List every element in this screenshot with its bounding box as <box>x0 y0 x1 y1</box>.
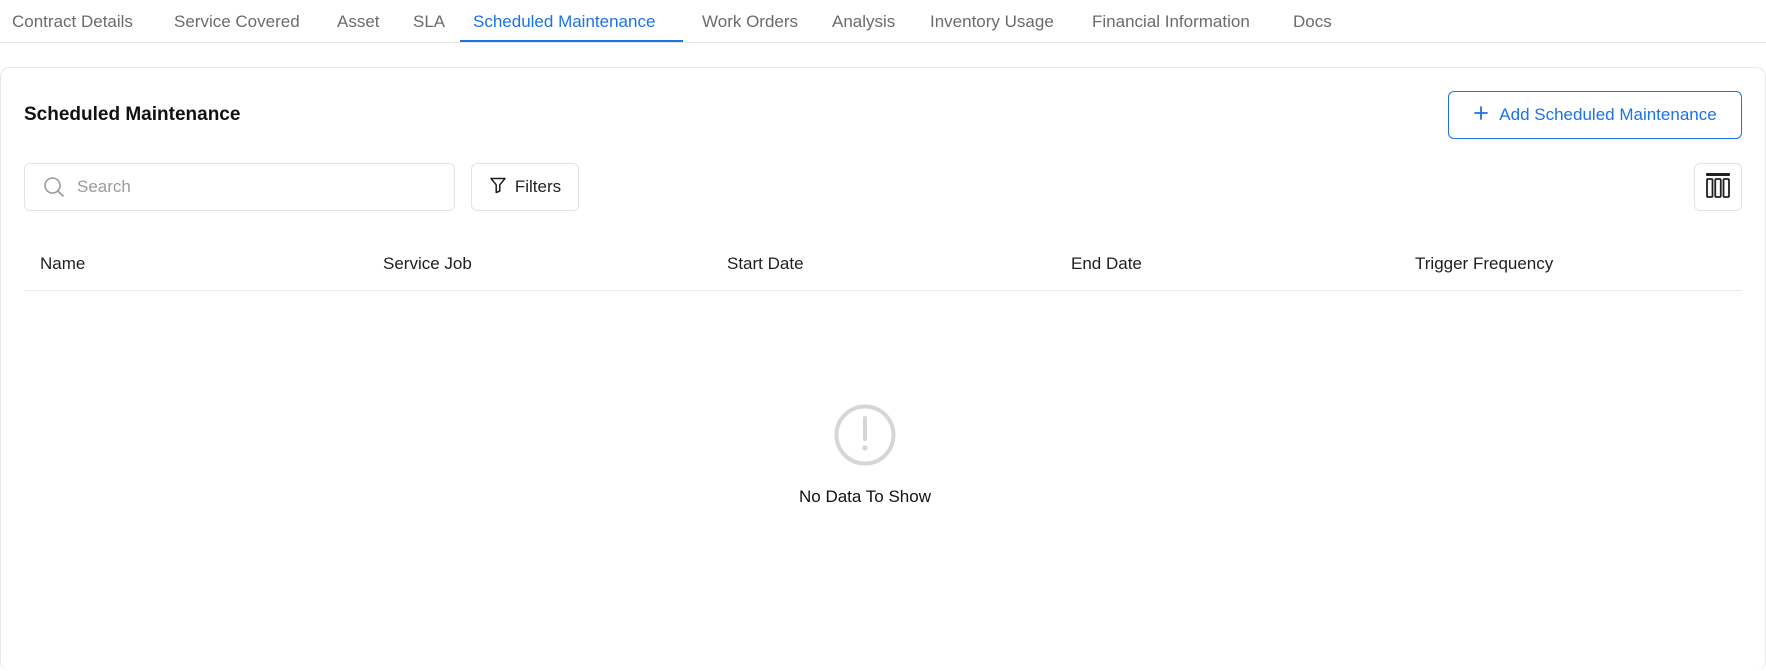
add-button-label: Add Scheduled Maintenance <box>1499 105 1717 124</box>
column-header-trigger-frequency[interactable]: Trigger Frequency <box>1415 242 1553 285</box>
active-tab-indicator <box>460 40 683 42</box>
column-header-service-job[interactable]: Service Job <box>383 242 472 285</box>
tab-scheduled-maintenance[interactable]: Scheduled Maintenance <box>473 0 655 43</box>
section-title: Scheduled Maintenance <box>24 104 241 125</box>
exclamation-circle-icon <box>833 403 897 467</box>
tab-bar: Contract Details Service Covered Asset S… <box>0 0 1766 43</box>
add-scheduled-maintenance-button[interactable]: Add Scheduled Maintenance <box>1448 91 1742 139</box>
tab-work-orders[interactable]: Work Orders <box>702 0 798 43</box>
table-header: Name Service Job Start Date End Date Tri… <box>24 242 1742 291</box>
tab-inventory-usage[interactable]: Inventory Usage <box>930 0 1054 43</box>
tab-docs[interactable]: Docs <box>1293 0 1332 43</box>
tab-financial-information[interactable]: Financial Information <box>1092 0 1250 43</box>
filters-label: Filters <box>514 177 562 196</box>
plus-icon <box>1473 105 1489 126</box>
column-header-start-date[interactable]: Start Date <box>727 242 804 285</box>
columns-icon <box>1704 171 1732 204</box>
column-header-name[interactable]: Name <box>40 242 85 285</box>
tab-contract-details[interactable]: Contract Details <box>12 0 133 43</box>
tab-asset[interactable]: Asset <box>337 0 380 43</box>
search-box <box>24 163 455 211</box>
filter-icon <box>489 176 507 199</box>
tab-sla[interactable]: SLA <box>413 0 445 43</box>
tab-analysis[interactable]: Analysis <box>832 0 895 43</box>
tab-service-covered[interactable]: Service Covered <box>174 0 300 43</box>
scheduled-maintenance-panel <box>0 67 1766 671</box>
column-settings-button[interactable] <box>1694 163 1742 211</box>
search-input[interactable] <box>77 177 437 197</box>
column-header-end-date[interactable]: End Date <box>1071 242 1142 285</box>
empty-state-message: No Data To Show <box>799 487 931 506</box>
search-icon <box>43 176 65 198</box>
filters-button[interactable]: Filters <box>471 163 579 211</box>
